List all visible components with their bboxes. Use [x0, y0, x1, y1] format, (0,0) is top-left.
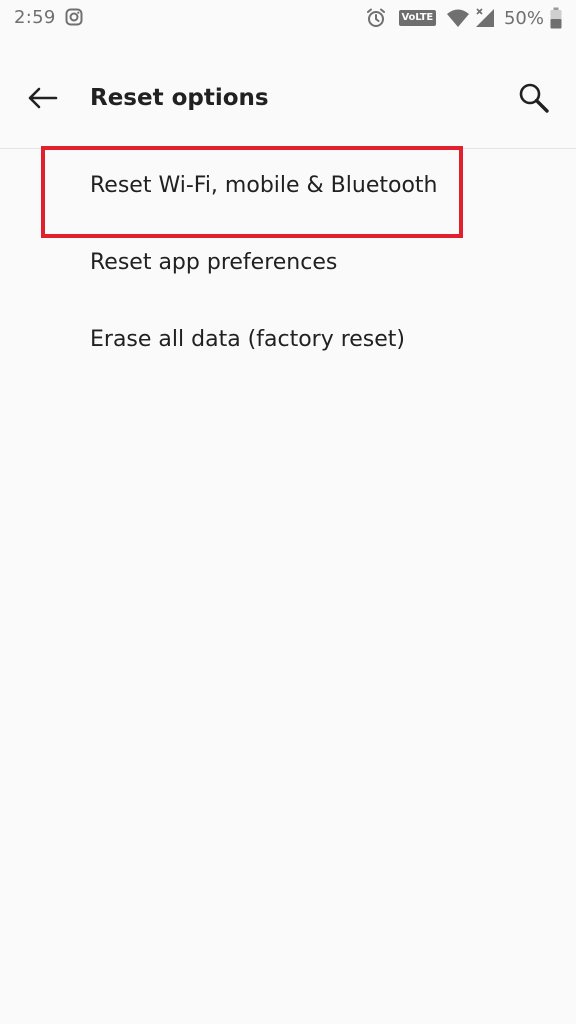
list-item-reset-app-preferences[interactable]: Reset app preferences: [0, 226, 576, 303]
alarm-icon: [365, 7, 387, 29]
page-title: Reset options: [90, 85, 269, 111]
arrow-left-icon: [26, 86, 58, 114]
search-icon: [517, 81, 551, 119]
battery-percent: 50%: [503, 7, 544, 29]
list-item-label: Reset Wi-Fi, mobile & Bluetooth: [90, 173, 438, 198]
list-item-factory-reset[interactable]: Erase all data (factory reset): [0, 303, 576, 380]
list-item-label: Reset app preferences: [90, 250, 338, 275]
list-item-reset-network[interactable]: Reset Wi-Fi, mobile & Bluetooth: [0, 149, 576, 226]
signal-icon: [474, 7, 496, 29]
reset-options-list: Reset Wi-Fi, mobile & Bluetooth Reset ap…: [0, 149, 576, 380]
status-bar: 2:59 VoLTE 50%: [0, 0, 576, 36]
status-time: 2:59: [14, 7, 56, 28]
status-icons: VoLTE 50%: [365, 6, 562, 30]
volte-badge: VoLTE: [398, 10, 436, 26]
battery-icon: [550, 7, 562, 29]
instagram-icon: [65, 8, 83, 26]
wifi-icon: [446, 8, 470, 28]
back-button[interactable]: [18, 76, 66, 124]
app-toolbar: Reset options: [0, 36, 576, 149]
list-item-label: Erase all data (factory reset): [90, 327, 406, 352]
search-button[interactable]: [510, 76, 558, 124]
